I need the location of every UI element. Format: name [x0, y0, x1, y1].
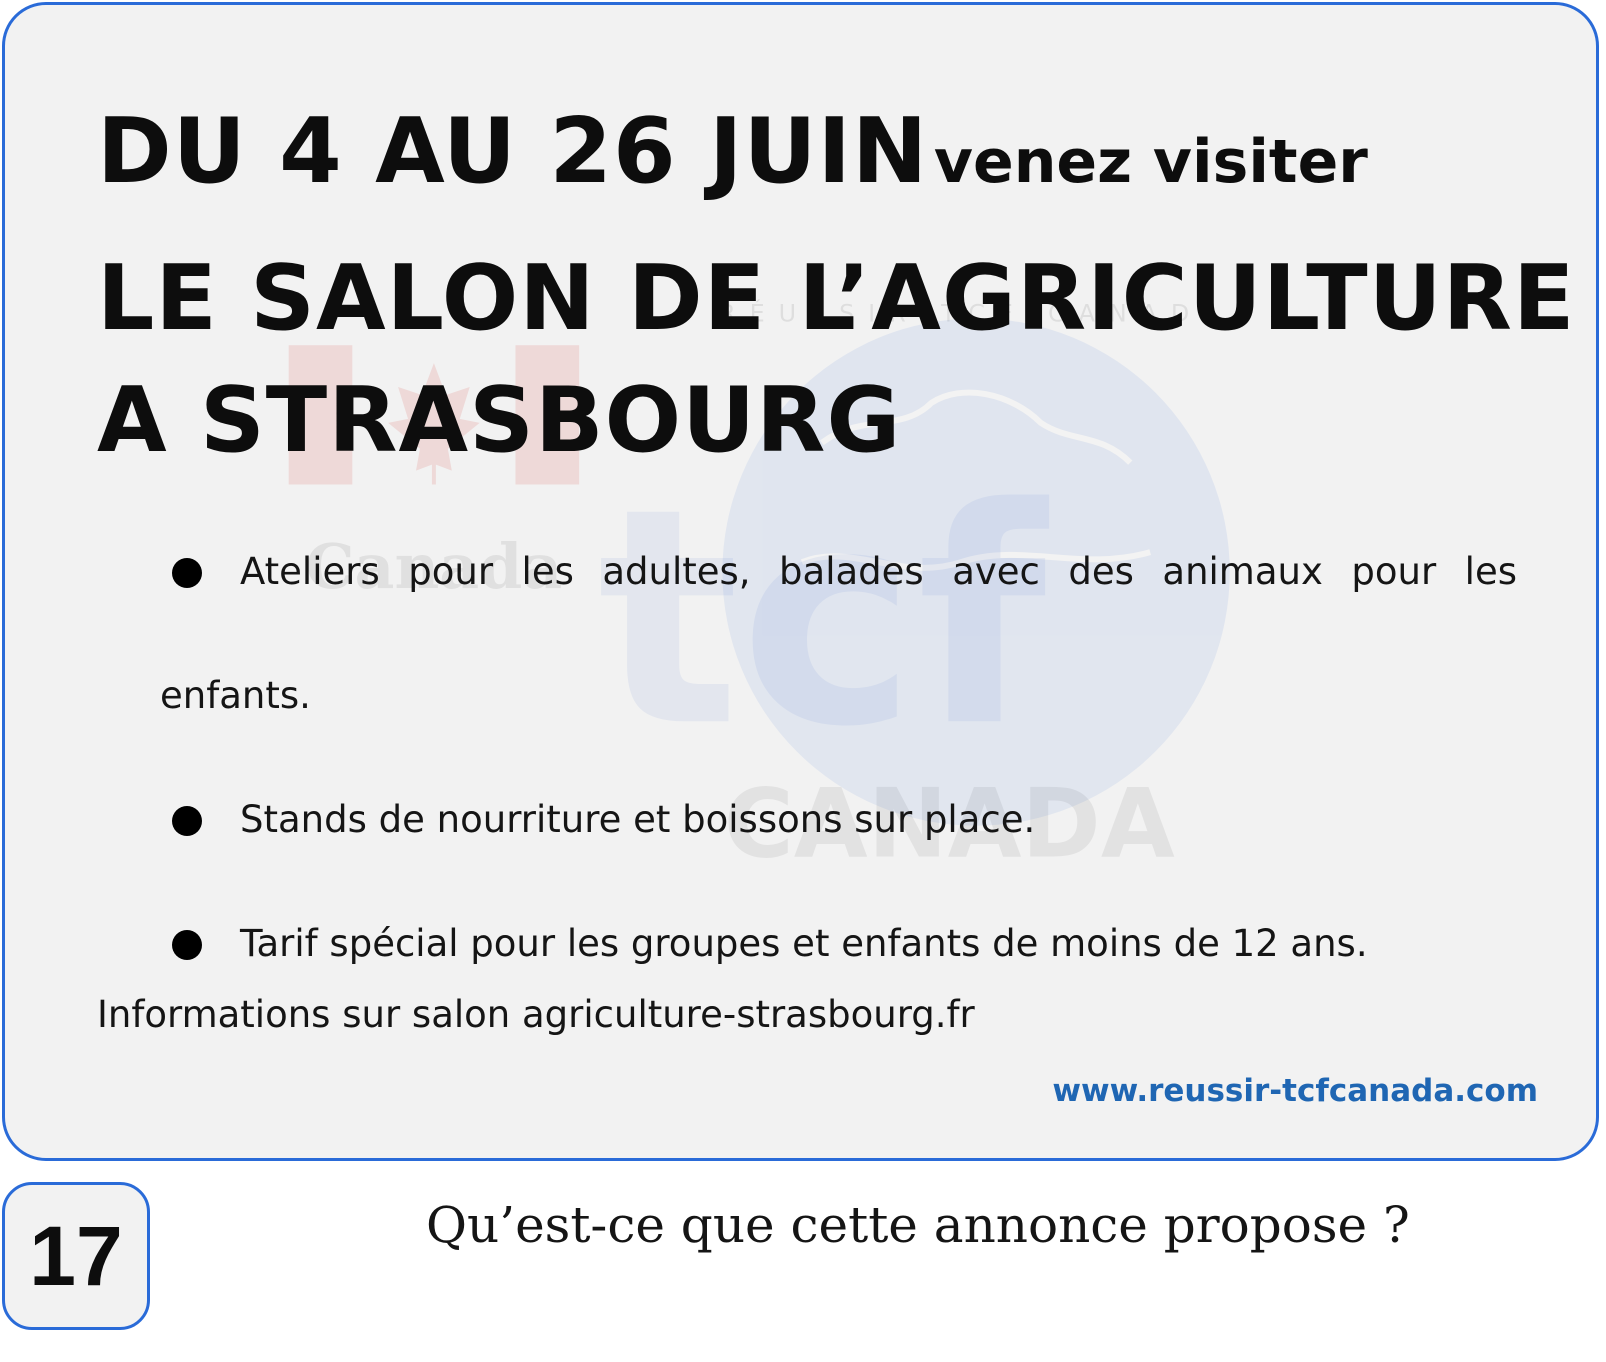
bullet-text: Stands de nourriture et boissons sur pla… — [240, 798, 1036, 841]
bullet-dot-icon — [172, 930, 202, 960]
info-line: Informations sur salon agriculture-stras… — [97, 993, 975, 1036]
bullet-dot-icon — [172, 806, 202, 836]
bullet-dot-icon — [172, 558, 202, 588]
question-number-badge: 17 — [2, 1182, 150, 1330]
list-item: Stands de nourriture et boissons sur pla… — [160, 758, 1517, 882]
bullet-list: Ateliers pour les adultes, balades avec … — [160, 510, 1517, 1006]
headline-line-3: A STRASBOURG — [97, 368, 902, 473]
announcement-card: Canada tcf CANADA RÉUSSIR TCF CANADA DU … — [2, 2, 1599, 1161]
website-link[interactable]: www.reussir-tcfcanada.com — [1052, 1073, 1538, 1109]
headline-line-2: LE SALON DE L’AGRICULTURE — [97, 246, 1576, 351]
headline: DU 4 AU 26 JUIN venez visiter LE SALON D… — [97, 91, 1576, 482]
visit-invite: venez visiter — [933, 127, 1368, 197]
date-range: DU 4 AU 26 JUIN — [97, 99, 929, 204]
bullet-text: Tarif spécial pour les groupes et enfant… — [240, 922, 1368, 965]
headline-line-1: DU 4 AU 26 JUIN venez visiter — [97, 91, 1517, 238]
list-item: Ateliers pour les adultes, balades avec … — [160, 510, 1517, 758]
bullet-text: Ateliers pour les adultes, balades avec … — [160, 550, 1517, 717]
question-text: Qu’est-ce que cette annonce propose ? — [426, 1196, 1410, 1254]
